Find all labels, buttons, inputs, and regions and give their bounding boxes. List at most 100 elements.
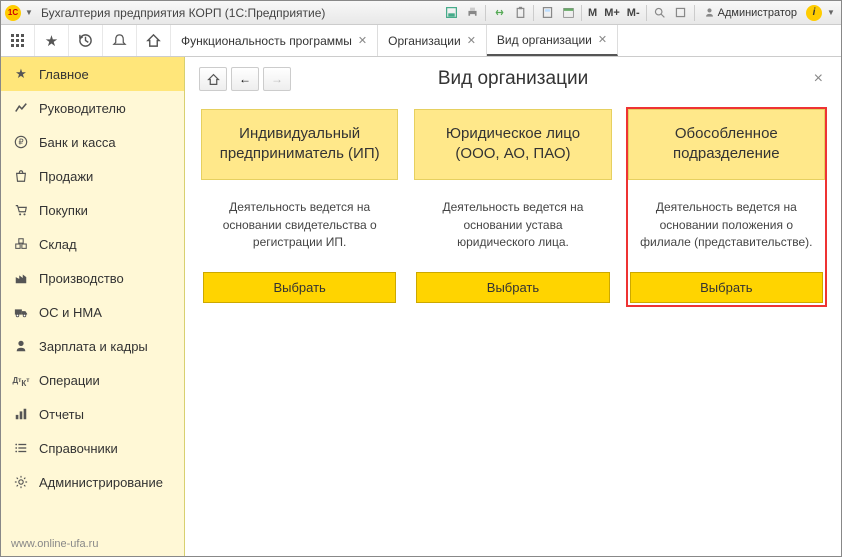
sidebar-item-label: ОС и НМА <box>39 305 102 320</box>
sidebar-item-hr[interactable]: Зарплата и кадры <box>1 329 184 363</box>
sidebar-item-bank[interactable]: ₽ Банк и касса <box>1 125 184 159</box>
zoom-icon[interactable] <box>652 5 668 21</box>
sidebar-item-label: Покупки <box>39 203 88 218</box>
bag-icon <box>13 168 29 184</box>
tabs: Функциональность программы ✕ Организации… <box>171 25 841 56</box>
user-name: Администратор <box>718 7 797 19</box>
sidebar-item-label: Производство <box>39 271 124 286</box>
sidebar-item-label: Справочники <box>39 441 118 456</box>
main-layout: ★ Главное Руководителю ₽ Банк и касса Пр… <box>1 57 841 556</box>
favorites-icon[interactable]: ★ <box>35 25 69 56</box>
sidebar-item-label: Главное <box>39 67 89 82</box>
page-header: ← → Вид организации × <box>199 67 827 91</box>
tab-org-type[interactable]: Вид организации ✕ <box>487 25 618 56</box>
card-desc: Деятельность ведется на основании положе… <box>628 190 825 262</box>
window-icon[interactable] <box>673 5 689 21</box>
app-bar: ★ Функциональность программы ✕ Организац… <box>1 25 841 57</box>
user-menu[interactable]: Администратор <box>700 7 801 19</box>
nav-home-button[interactable] <box>199 67 227 91</box>
history-icon[interactable] <box>69 25 103 56</box>
user-icon <box>704 7 715 18</box>
card-desc: Деятельность ведется на основании устава… <box>414 190 611 262</box>
nav-buttons: ← → <box>199 67 291 91</box>
list-icon <box>13 440 29 456</box>
card-head: Индивидуальный предприниматель (ИП) <box>201 109 398 180</box>
close-icon[interactable]: ✕ <box>358 34 367 47</box>
app-title: Бухгалтерия предприятия КОРП (1С:Предпри… <box>41 6 325 20</box>
sidebar-item-label: Склад <box>39 237 77 252</box>
calendar-icon[interactable] <box>560 5 576 21</box>
sidebar-item-admin[interactable]: Администрирование <box>1 465 184 499</box>
org-type-cards: Индивидуальный предприниматель (ИП) Деят… <box>199 107 827 307</box>
app-menu-dropdown[interactable]: ▼ <box>25 8 35 17</box>
sidebar-item-label: Отчеты <box>39 407 84 422</box>
sidebar-item-label: Администрирование <box>39 475 163 490</box>
card-division: Обособленное подразделение Деятельность … <box>626 107 827 307</box>
apps-grid-icon[interactable] <box>1 25 35 56</box>
close-icon[interactable]: ✕ <box>598 33 607 46</box>
sidebar-item-warehouse[interactable]: Склад <box>1 227 184 261</box>
print-icon[interactable] <box>464 5 480 21</box>
sidebar-item-reports[interactable]: Отчеты <box>1 397 184 431</box>
star-icon: ★ <box>13 66 29 82</box>
info-dropdown[interactable]: ▼ <box>827 8 837 17</box>
sidebar: ★ Главное Руководителю ₽ Банк и касса Пр… <box>1 57 185 556</box>
sidebar-item-label: Банк и касса <box>39 135 116 150</box>
card-legal: Юридическое лицо (ООО, АО, ПАО) Деятельн… <box>412 107 613 307</box>
calculator-icon[interactable] <box>539 5 555 21</box>
tab-label: Организации <box>388 34 461 48</box>
main-content: ← → Вид организации × Индивидуальный пре… <box>185 57 841 556</box>
title-bar-tools: M M+ M- Администратор i ▼ <box>443 5 837 21</box>
card-ip: Индивидуальный предприниматель (ИП) Деят… <box>199 107 400 307</box>
gear-icon <box>13 474 29 490</box>
select-button[interactable]: Выбрать <box>416 272 609 303</box>
select-button[interactable]: Выбрать <box>203 272 396 303</box>
memory-mminus-button[interactable]: M- <box>626 7 641 19</box>
nav-back-button[interactable]: ← <box>231 67 259 91</box>
nav-forward-button[interactable]: → <box>263 67 291 91</box>
truck-icon <box>13 304 29 320</box>
close-page-button[interactable]: × <box>810 70 827 88</box>
notifications-icon[interactable] <box>103 25 137 56</box>
card-desc: Деятельность ведется на основании свидет… <box>201 190 398 262</box>
sidebar-item-label: Продажи <box>39 169 93 184</box>
sidebar-footer: www.online-ufa.ru <box>1 532 184 556</box>
sidebar-item-operations[interactable]: ДтКт Операции <box>1 363 184 397</box>
memory-m-button[interactable]: M <box>587 7 598 19</box>
sidebar-item-sales[interactable]: Продажи <box>1 159 184 193</box>
title-bar: 1C ▼ Бухгалтерия предприятия КОРП (1С:Пр… <box>1 1 841 25</box>
ruble-icon: ₽ <box>13 134 29 150</box>
sidebar-item-manager[interactable]: Руководителю <box>1 91 184 125</box>
person-icon <box>13 338 29 354</box>
sidebar-item-label: Руководителю <box>39 101 126 116</box>
memory-mplus-button[interactable]: M+ <box>603 7 621 19</box>
home-icon[interactable] <box>137 25 171 56</box>
sidebar-item-catalogs[interactable]: Справочники <box>1 431 184 465</box>
sidebar-item-label: Операции <box>39 373 100 388</box>
page-title: Вид организации <box>438 68 588 90</box>
sidebar-item-production[interactable]: Производство <box>1 261 184 295</box>
tab-organizations[interactable]: Организации ✕ <box>378 25 487 56</box>
card-head: Юридическое лицо (ООО, АО, ПАО) <box>414 109 611 180</box>
tab-label: Функциональность программы <box>181 34 352 48</box>
boxes-icon <box>13 236 29 252</box>
select-button[interactable]: Выбрать <box>630 272 823 303</box>
save-icon[interactable] <box>443 5 459 21</box>
tab-functionality[interactable]: Функциональность программы ✕ <box>171 25 378 56</box>
sidebar-item-assets[interactable]: ОС и НМА <box>1 295 184 329</box>
card-head: Обособленное подразделение <box>628 109 825 180</box>
debit-credit-icon: ДтКт <box>13 372 29 388</box>
clipboard-icon[interactable] <box>512 5 528 21</box>
logo-1c-icon: 1C <box>5 5 21 21</box>
info-icon[interactable]: i <box>806 5 822 21</box>
link-icon[interactable] <box>491 5 507 21</box>
chart-up-icon <box>13 100 29 116</box>
svg-text:₽: ₽ <box>18 138 23 147</box>
sidebar-item-main[interactable]: ★ Главное <box>1 57 184 91</box>
bars-icon <box>13 406 29 422</box>
cart-icon <box>13 202 29 218</box>
close-icon[interactable]: ✕ <box>467 34 476 47</box>
sidebar-item-purchases[interactable]: Покупки <box>1 193 184 227</box>
sidebar-item-label: Зарплата и кадры <box>39 339 148 354</box>
factory-icon <box>13 270 29 286</box>
